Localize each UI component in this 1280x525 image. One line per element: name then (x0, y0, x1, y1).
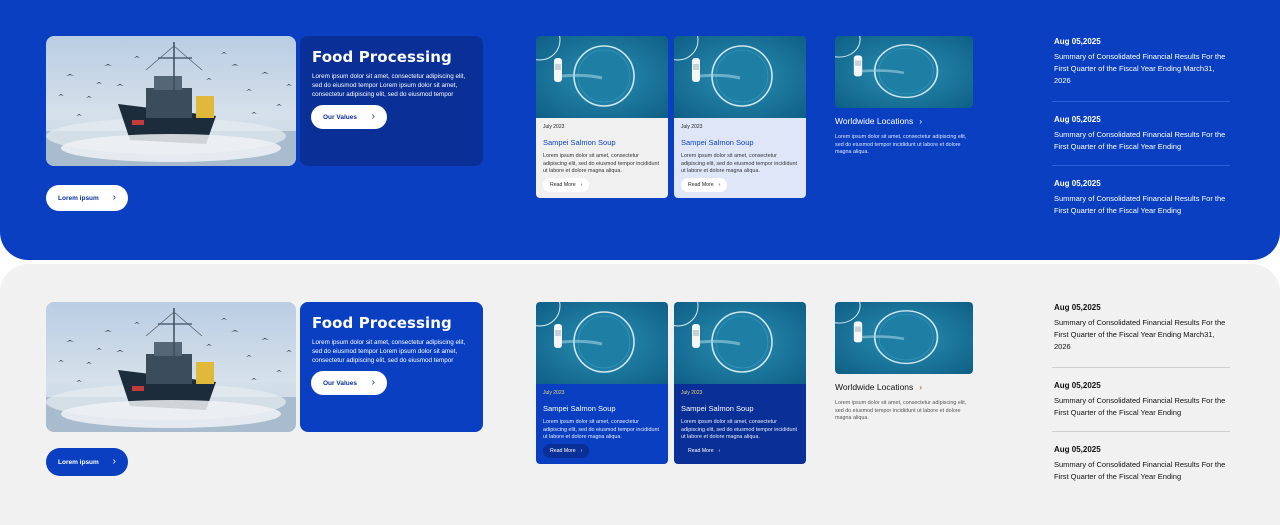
news-list-item[interactable]: Aug 05,2025 Summary of Consolidated Fina… (1054, 179, 1232, 217)
chevron-right-icon: › (371, 377, 375, 388)
lorem-ipsum-label: Lorem ipsum (58, 458, 99, 466)
hero-image (46, 302, 296, 432)
our-values-button[interactable]: Our Values › (311, 105, 387, 129)
news-card-date: July 2023 (543, 124, 565, 130)
worldwide-image (835, 36, 973, 108)
news-date: Aug 05,2025 (1054, 303, 1101, 312)
food-processing-text: Lorem ipsum dolor sit amet, consectetur … (312, 339, 466, 364)
worldwide-locations-link[interactable]: Worldwide Locations › (835, 382, 922, 392)
news-title[interactable]: Summary of Consolidated Financial Result… (1054, 459, 1232, 483)
chevron-right-icon: › (371, 111, 375, 122)
fish-farm-image (674, 36, 806, 118)
food-processing-text: Lorem ipsum dolor sit amet, consectetur … (312, 73, 466, 98)
food-processing-title: Food Processing (312, 314, 452, 332)
news-title[interactable]: Summary of Consolidated Financial Result… (1054, 317, 1232, 353)
chevron-right-icon: › (580, 182, 583, 188)
news-list-item[interactable]: Aug 05,2025 Summary of Consolidated Fina… (1054, 303, 1232, 353)
news-card-date: July 2023 (681, 390, 703, 396)
chevron-right-icon: › (718, 448, 721, 454)
divider (1052, 367, 1230, 368)
featured-panel-blue: Food Processing Lorem ipsum dolor sit am… (0, 0, 1280, 260)
divider (1052, 101, 1230, 102)
news-card-date: July 2023 (681, 124, 703, 130)
news-card-title[interactable]: Sampei Salmon Soup (543, 404, 661, 413)
news-card-title[interactable]: Sampei Salmon Soup (543, 138, 661, 147)
news-title[interactable]: Summary of Consolidated Financial Result… (1054, 193, 1232, 217)
worldwide-text: Lorem ipsum dolor sit amet, consectetur … (835, 400, 967, 421)
news-card[interactable]: July 2023 Sampei Salmon Soup Lorem ipsum… (674, 36, 806, 198)
featured-panel-gray: Food Processing Lorem ipsum dolor sit am… (0, 264, 1280, 525)
news-date: Aug 05,2025 (1054, 115, 1101, 124)
news-list-item[interactable]: Aug 05,2025 Summary of Consolidated Fina… (1054, 445, 1232, 483)
news-list-item[interactable]: Aug 05,2025 Summary of Consolidated Fina… (1054, 381, 1232, 419)
lorem-ipsum-button[interactable]: Lorem ipsum › (46, 448, 128, 476)
news-date: Aug 05,2025 (1054, 179, 1101, 188)
news-card-title[interactable]: Sampei Salmon Soup (681, 404, 799, 413)
chevron-right-icon: › (112, 456, 116, 467)
read-more-button[interactable]: Read More › (681, 444, 727, 458)
news-title[interactable]: Summary of Consolidated Financial Result… (1054, 51, 1232, 87)
news-card-text: Lorem ipsum dolor sit amet, consectetur … (681, 419, 797, 440)
worldwide-locations-link[interactable]: Worldwide Locations › (835, 116, 922, 126)
chevron-right-icon: › (919, 116, 923, 126)
news-date: Aug 05,2025 (1054, 381, 1101, 390)
news-card-title[interactable]: Sampei Salmon Soup (681, 138, 799, 147)
read-more-button[interactable]: Read More › (543, 444, 590, 458)
lorem-ipsum-button[interactable]: Lorem ipsum › (46, 185, 128, 211)
news-card[interactable]: July 2023 Sampei Salmon Soup Lorem ipsum… (674, 302, 806, 464)
news-date: Aug 05,2025 (1054, 445, 1101, 454)
divider (1052, 165, 1230, 166)
worldwide-text: Lorem ipsum dolor sit amet, consectetur … (835, 134, 967, 155)
food-processing-card: Food Processing Lorem ipsum dolor sit am… (300, 302, 483, 432)
news-title[interactable]: Summary of Consolidated Financial Result… (1054, 395, 1232, 419)
news-card-date: July 2023 (543, 390, 565, 396)
read-more-button[interactable]: Read More › (681, 178, 728, 192)
news-card[interactable]: July 2023 Sampei Salmon Soup Lorem ipsum… (536, 302, 668, 464)
chevron-right-icon: › (112, 192, 116, 203)
chevron-right-icon: › (580, 448, 583, 454)
read-more-label: Read More (550, 448, 576, 454)
read-more-label: Read More (688, 448, 714, 454)
news-card[interactable]: July 2023 Sampei Salmon Soup Lorem ipsum… (536, 36, 668, 198)
news-list-item[interactable]: Aug 05,2025 Summary of Consolidated Fina… (1054, 115, 1232, 153)
our-values-label: Our Values (323, 113, 357, 121)
read-more-label: Read More (550, 182, 576, 188)
read-more-button[interactable]: Read More › (543, 178, 590, 192)
news-card-text: Lorem ipsum dolor sit amet, consectetur … (543, 419, 659, 440)
news-title[interactable]: Summary of Consolidated Financial Result… (1054, 129, 1232, 153)
worldwide-locations-title: Worldwide Locations (835, 382, 914, 392)
news-card-text: Lorem ipsum dolor sit amet, consectetur … (543, 153, 659, 174)
worldwide-locations-title: Worldwide Locations (835, 116, 914, 126)
our-values-button[interactable]: Our Values › (311, 371, 387, 395)
fish-farm-image (536, 36, 668, 118)
food-processing-card: Food Processing Lorem ipsum dolor sit am… (300, 36, 483, 166)
worldwide-image (835, 302, 973, 374)
chevron-right-icon: › (919, 382, 923, 392)
divider (1052, 431, 1230, 432)
news-card-text: Lorem ipsum dolor sit amet, consectetur … (681, 153, 797, 174)
read-more-label: Read More (688, 182, 714, 188)
news-list-item[interactable]: Aug 05,2025 Summary of Consolidated Fina… (1054, 37, 1232, 87)
chevron-right-icon: › (718, 182, 721, 188)
hero-image (46, 36, 296, 166)
food-processing-title: Food Processing (312, 48, 452, 66)
news-date: Aug 05,2025 (1054, 37, 1101, 46)
fish-farm-image (536, 302, 668, 384)
lorem-ipsum-label: Lorem ipsum (58, 194, 99, 202)
fish-farm-image (674, 302, 806, 384)
our-values-label: Our Values (323, 379, 357, 387)
